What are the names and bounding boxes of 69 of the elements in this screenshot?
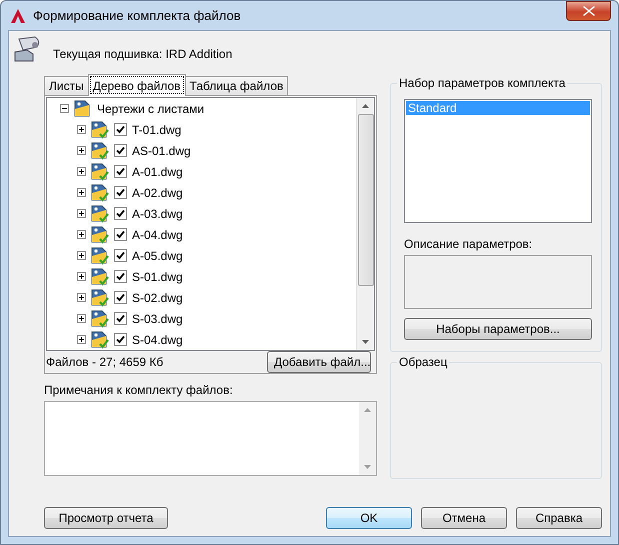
expand-icon[interactable] xyxy=(77,314,86,323)
drawing-file-icon xyxy=(91,310,109,328)
expand-icon[interactable] xyxy=(77,167,86,176)
tree-item[interactable]: A-03.dwg xyxy=(132,206,183,220)
checkbox[interactable] xyxy=(114,186,127,199)
checkbox[interactable] xyxy=(114,228,127,241)
drawing-file-icon xyxy=(91,184,109,202)
app-logo-icon xyxy=(10,8,26,24)
close-icon xyxy=(582,6,594,16)
sheet-folder-icon xyxy=(74,100,92,118)
drawing-file-icon xyxy=(91,246,109,264)
checkbox[interactable] xyxy=(114,270,127,283)
checkbox[interactable] xyxy=(114,333,127,346)
drawing-file-icon xyxy=(91,162,109,180)
drawing-file-icon xyxy=(91,268,109,286)
checkbox[interactable] xyxy=(114,165,127,178)
tree-item[interactable]: S-03.dwg xyxy=(132,312,183,326)
checkbox[interactable] xyxy=(114,144,127,157)
expand-icon[interactable] xyxy=(77,293,86,302)
tree-item[interactable]: Чертежи с листами xyxy=(97,102,204,116)
expand-icon[interactable] xyxy=(77,125,86,134)
checkbox[interactable] xyxy=(114,207,127,220)
collapse-icon[interactable] xyxy=(60,104,69,113)
checkbox[interactable] xyxy=(114,291,127,304)
tab[interactable]: Листы xyxy=(44,76,89,95)
expand-icon[interactable] xyxy=(77,272,86,281)
dialog-button[interactable]: Отмена xyxy=(421,507,507,529)
expand-icon[interactable] xyxy=(77,209,86,218)
checkbox[interactable] xyxy=(114,249,127,262)
notes-label: Примечания к комплекту файлов: xyxy=(44,383,234,399)
dialog-button[interactable]: Просмотр отчета xyxy=(44,507,168,529)
expand-icon[interactable] xyxy=(77,335,86,344)
expand-icon[interactable] xyxy=(77,146,86,155)
tree-item[interactable]: A-02.dwg xyxy=(132,186,183,200)
drawing-file-icon xyxy=(91,288,109,306)
tab[interactable]: Таблица файлов xyxy=(184,76,288,95)
drawing-file-icon xyxy=(91,142,109,160)
files-summary: Файлов - 27; 4659 Кб xyxy=(46,355,164,369)
tree-item[interactable]: AS-01.dwg xyxy=(132,144,191,158)
drawing-file-icon xyxy=(91,226,109,244)
checkbox[interactable] xyxy=(114,123,127,136)
group-title: Набор параметров комплекта xyxy=(397,76,568,90)
expand-icon[interactable] xyxy=(77,230,86,239)
expand-icon[interactable] xyxy=(77,188,86,197)
expand-icon[interactable] xyxy=(77,251,86,260)
checkbox[interactable] xyxy=(114,312,127,325)
dialog-button[interactable]: OK xyxy=(326,507,412,529)
dialog-button[interactable]: Справка xyxy=(516,507,602,529)
drawing-file-icon xyxy=(91,330,109,348)
window-title: Формирование комплекта файлов xyxy=(33,8,241,23)
drawing-file-icon xyxy=(91,204,109,222)
tree-item[interactable]: S-01.dwg xyxy=(132,270,183,284)
tab[interactable]: Дерево файлов xyxy=(88,74,186,96)
scroll-up-icon[interactable] xyxy=(362,104,369,108)
description-label: Описание параметров: xyxy=(404,237,534,253)
tree-item[interactable]: A-01.dwg xyxy=(132,164,183,178)
scroll-down-icon[interactable] xyxy=(362,340,369,344)
parameter-sets-button[interactable]: Наборы параметров... xyxy=(404,318,592,340)
add-file-button[interactable]: Добавить файл... xyxy=(267,351,371,373)
current-sheet-set-label: Текущая подшивка: IRD Addition xyxy=(53,47,232,61)
drawing-file-icon xyxy=(91,120,109,138)
scrollbar[interactable] xyxy=(356,98,374,350)
tree-item[interactable]: S-02.dwg xyxy=(132,290,183,304)
tree-item[interactable]: S-04.dwg xyxy=(132,332,183,346)
tree-item[interactable]: A-04.dwg xyxy=(132,228,183,242)
tree-item[interactable]: T-01.dwg xyxy=(132,122,182,136)
close-button[interactable] xyxy=(566,1,611,21)
tree-item[interactable]: A-05.dwg xyxy=(132,248,183,262)
group-title: Образец xyxy=(397,355,450,369)
